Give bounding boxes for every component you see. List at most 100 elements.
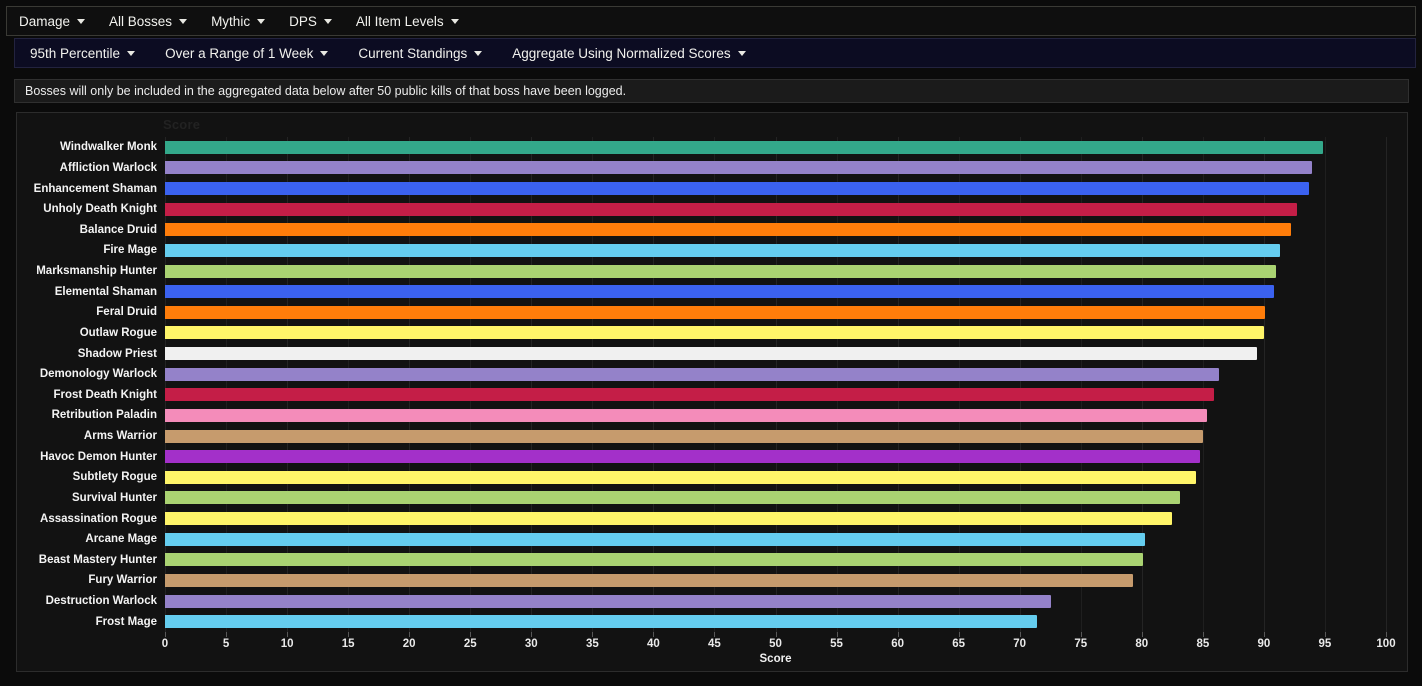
bar-row[interactable]: Beast Mastery Hunter: [39, 550, 1386, 570]
bar-row[interactable]: Enhancement Shaman: [34, 179, 1386, 199]
bar-label: Fury Warrior: [88, 574, 157, 587]
menu-all-item-levels[interactable]: All Item Levels: [344, 7, 471, 35]
menu-mythic[interactable]: Mythic: [199, 7, 277, 35]
bar-row[interactable]: Marksmanship Hunter: [36, 261, 1386, 281]
chevron-down-icon: [127, 50, 136, 56]
menu-all-bosses-label: All Bosses: [109, 13, 173, 29]
primary-filter-toolbar: Damage All Bosses Mythic DPS All Item Levels: [6, 6, 1416, 36]
bar-row[interactable]: Frost Death Knight: [54, 385, 1386, 405]
bar-label: Arms Warrior: [83, 430, 157, 443]
bar-row[interactable]: Outlaw Rogue: [80, 323, 1386, 343]
x-axis-tick: [1019, 632, 1021, 637]
bar[interactable]: [165, 223, 1291, 237]
x-axis-tick: [1202, 632, 1204, 637]
x-axis-tick-label: 90: [1257, 638, 1271, 650]
bar-row[interactable]: Arms Warrior: [84, 426, 1386, 446]
page-root: Damage All Bosses Mythic DPS All Item Levels…: [0, 0, 1422, 686]
bar-row[interactable]: Fury Warrior: [88, 570, 1386, 590]
notice-banner: Bosses will only be included in the aggr…: [14, 79, 1409, 103]
bar[interactable]: [165, 408, 1207, 422]
bar[interactable]: [165, 305, 1266, 319]
bar[interactable]: [165, 243, 1280, 257]
chevron-down-icon: [77, 18, 86, 24]
x-axis-tick-label: 50: [769, 638, 782, 650]
bar-row[interactable]: Affliction Warlock: [60, 158, 1386, 178]
bar-row[interactable]: Windwalker Monk: [60, 137, 1386, 157]
bar-label: Unholy Death Knight: [43, 203, 157, 216]
bar-row[interactable]: Assassination Rogue: [40, 509, 1386, 529]
x-axis-tick: [897, 632, 899, 637]
bar[interactable]: [165, 161, 1312, 175]
chevron-down-icon: [320, 50, 329, 56]
x-axis-tick: [836, 632, 838, 637]
menu-dps[interactable]: DPS: [277, 7, 344, 35]
bar[interactable]: [165, 470, 1196, 484]
chevron-down-icon: [179, 18, 188, 24]
menu-damage[interactable]: Damage: [7, 7, 97, 35]
bar[interactable]: [165, 532, 1146, 546]
x-axis-tick: [165, 632, 166, 637]
menu-range-1-week-label: Over a Range of 1 Week: [165, 45, 314, 61]
bar[interactable]: [165, 367, 1219, 381]
bar-row[interactable]: Demonology Warlock: [40, 364, 1386, 384]
bar-row[interactable]: Balance Druid: [80, 220, 1386, 240]
bar[interactable]: [165, 512, 1173, 526]
notice-text: Bosses will only be included in the aggr…: [25, 84, 627, 98]
bar[interactable]: [165, 285, 1274, 299]
chevron-down-icon: [450, 18, 459, 24]
bar[interactable]: [165, 264, 1277, 278]
bar-row[interactable]: Survival Hunter: [72, 488, 1386, 508]
menu-current-standings-label: Current Standings: [358, 45, 468, 61]
menu-range-1-week[interactable]: Over a Range of 1 Week: [150, 39, 343, 67]
menu-aggregate-normalized[interactable]: Aggregate Using Normalized Scores: [497, 39, 760, 67]
bar-row[interactable]: Fire Mage: [103, 240, 1386, 260]
bar-row[interactable]: Feral Druid: [96, 302, 1386, 322]
x-axis-tick: [714, 632, 716, 637]
x-axis-tick: [409, 632, 411, 637]
bar[interactable]: [165, 553, 1144, 567]
x-axis-tick: [531, 632, 533, 637]
x-axis-tick: [592, 632, 594, 637]
x-axis-tick: [470, 632, 472, 637]
chevron-down-icon: [257, 18, 266, 24]
bar[interactable]: [165, 491, 1180, 505]
menu-aggregate-normalized-label: Aggregate Using Normalized Scores: [512, 45, 731, 61]
x-axis-tick-label: 75: [1074, 638, 1088, 650]
bar-label: Arcane Mage: [85, 533, 157, 546]
bar[interactable]: [165, 182, 1310, 196]
bar[interactable]: [165, 347, 1257, 361]
bar[interactable]: [165, 594, 1052, 608]
bar-row[interactable]: Elemental Shaman: [55, 282, 1386, 302]
bar[interactable]: [165, 140, 1323, 154]
bar-label: Feral Druid: [96, 306, 157, 319]
bar[interactable]: [165, 450, 1201, 464]
bar[interactable]: [165, 326, 1264, 340]
bar-row[interactable]: Retribution Paladin: [52, 405, 1386, 425]
bar-row[interactable]: Unholy Death Knight: [43, 199, 1386, 219]
x-axis-tick-label: 20: [402, 638, 416, 650]
bar-row[interactable]: Arcane Mage: [85, 529, 1386, 549]
x-axis-title: Score: [759, 653, 792, 665]
bar[interactable]: [165, 615, 1037, 629]
x-axis-tick: [1324, 632, 1326, 637]
x-axis-tick: [1141, 632, 1143, 637]
bar-row[interactable]: Havoc Demon Hunter: [40, 447, 1386, 467]
x-axis-tick-label: 65: [952, 638, 966, 650]
bar[interactable]: [165, 388, 1214, 402]
chevron-down-icon: [474, 50, 483, 56]
bar-row[interactable]: Destruction Warlock: [46, 591, 1386, 611]
bar-label: Outlaw Rogue: [79, 326, 157, 339]
x-axis-tick-label: 80: [1135, 638, 1149, 650]
bar-row[interactable]: Shadow Priest: [78, 344, 1386, 364]
bar[interactable]: [165, 429, 1203, 443]
bar-row[interactable]: Subtlety Rogue: [73, 467, 1386, 487]
x-axis-tick-label: 100: [1376, 638, 1396, 650]
menu-95th-percentile[interactable]: 95th Percentile: [15, 39, 150, 67]
menu-all-bosses[interactable]: All Bosses: [97, 7, 199, 35]
bar[interactable]: [165, 202, 1297, 216]
bar[interactable]: [165, 573, 1134, 587]
menu-current-standings[interactable]: Current Standings: [343, 39, 497, 67]
bar-label: Affliction Warlock: [59, 161, 157, 174]
bar-row[interactable]: Frost Mage: [96, 612, 1386, 632]
x-axis-tick-label: 40: [646, 638, 660, 650]
